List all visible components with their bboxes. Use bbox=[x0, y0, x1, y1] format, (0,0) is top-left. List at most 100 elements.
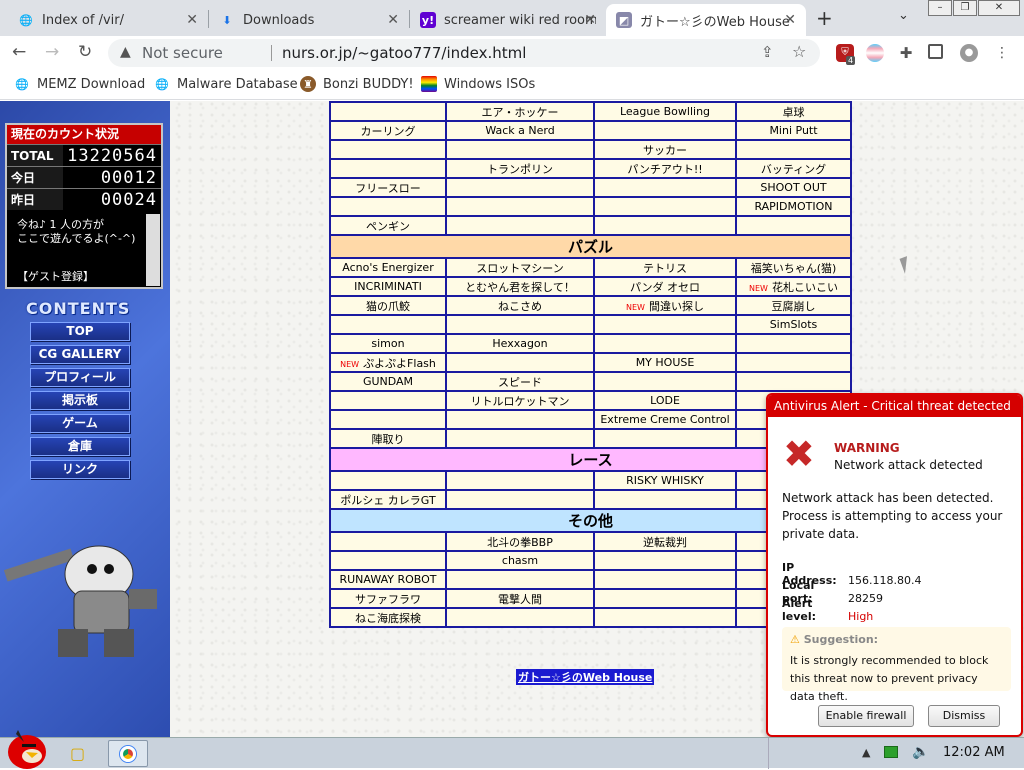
game-cell[interactable]: 逆転裁判 bbox=[593, 531, 737, 552]
forward-icon[interactable]: → bbox=[45, 42, 59, 62]
bookmark-memz[interactable]: 🌐 MEMZ Download bbox=[14, 76, 145, 92]
game-cell[interactable]: SimSlots bbox=[735, 314, 852, 335]
game-cell[interactable]: スロットマシーン bbox=[445, 257, 595, 278]
game-cell[interactable]: Extreme Creme Control bbox=[593, 409, 737, 430]
game-cell[interactable]: ねこさめ bbox=[445, 295, 595, 316]
footer-home-link[interactable]: ガトー☆彡のWeb House bbox=[516, 669, 655, 685]
nav-game-button[interactable]: ゲーム bbox=[30, 414, 130, 433]
nav-storage-button[interactable]: 倉庫 bbox=[30, 437, 130, 456]
game-cell[interactable]: INCRIMINATI bbox=[329, 276, 447, 297]
game-cell[interactable]: Acno's Energizer bbox=[329, 257, 447, 278]
game-cell[interactable]: スピード bbox=[445, 371, 595, 392]
restore-button[interactable]: ❐ bbox=[953, 0, 977, 16]
clock[interactable]: 12:02 AM bbox=[943, 745, 1005, 760]
warning-icon[interactable]: ▲ bbox=[120, 44, 131, 60]
game-cell[interactable]: リトルロケットマン bbox=[445, 390, 595, 411]
game-cell[interactable]: エア・ホッケー bbox=[445, 101, 595, 122]
game-cell[interactable]: サッカー bbox=[593, 139, 737, 160]
game-cell[interactable]: SHOOT OUT bbox=[735, 177, 852, 198]
nav-profile-button[interactable]: プロフィール bbox=[30, 368, 130, 387]
game-cell[interactable]: ペンギン bbox=[329, 215, 447, 236]
game-cell[interactable]: とむやん君を探して！ bbox=[445, 276, 595, 297]
game-cell[interactable]: 陣取り bbox=[329, 428, 447, 449]
bookmark-bonzi[interactable]: ♜ Bonzi BUDDY! bbox=[300, 76, 414, 92]
game-cell[interactable]: RAPIDMOTION bbox=[735, 196, 852, 217]
game-title: 逆転裁判 bbox=[643, 535, 687, 549]
game-cell[interactable]: テトリス bbox=[593, 257, 737, 278]
game-cell[interactable]: 北斗の拳BBP bbox=[445, 531, 595, 552]
game-cell[interactable]: chasm bbox=[445, 550, 595, 571]
minimize-button[interactable]: – bbox=[928, 0, 952, 16]
game-cell[interactable]: MY HOUSE bbox=[593, 352, 737, 373]
game-cell[interactable]: 電撃人間 bbox=[445, 588, 595, 609]
game-cell[interactable]: Mini Putt bbox=[735, 120, 852, 141]
network-icon[interactable] bbox=[884, 746, 898, 758]
dismiss-button[interactable]: Dismiss bbox=[928, 705, 1000, 727]
game-cell[interactable]: 福笑いちゃん(猫) bbox=[735, 257, 852, 278]
nav-link-button[interactable]: リンク bbox=[30, 460, 130, 479]
game-cell[interactable]: 豆腐崩し bbox=[735, 295, 852, 316]
game-cell[interactable]: 卓球 bbox=[735, 101, 852, 122]
game-cell[interactable]: バッティング bbox=[735, 158, 852, 179]
game-cell[interactable]: NEW 間違い探し bbox=[593, 295, 737, 316]
game-cell[interactable]: NEW ぷよぷよFlash bbox=[329, 352, 447, 373]
game-cell[interactable]: Hexxagon bbox=[445, 333, 595, 354]
back-icon[interactable]: ← bbox=[12, 42, 26, 62]
close-icon[interactable]: ✕ bbox=[584, 12, 596, 28]
game-cell[interactable]: GUNDAM bbox=[329, 371, 447, 392]
start-button-angry-bird-icon[interactable] bbox=[4, 726, 50, 770]
tab-index-vir[interactable]: 🌐 Index of /vir/ ✕ bbox=[8, 4, 208, 36]
enable-firewall-button[interactable]: Enable firewall bbox=[818, 705, 914, 727]
share-icon[interactable]: ⇪ bbox=[761, 43, 774, 61]
guest-register-link[interactable]: 【ゲスト登録】 bbox=[17, 270, 94, 284]
game-cell[interactable]: トランポリン bbox=[445, 158, 595, 179]
close-icon[interactable]: ✕ bbox=[186, 12, 198, 28]
volume-icon[interactable]: 🔈 bbox=[912, 744, 929, 760]
flag-extension-icon[interactable] bbox=[866, 44, 884, 62]
address-bar[interactable]: ▲ Not secure nurs.or.jp/~gatoo777/index.… bbox=[108, 39, 820, 67]
nav-cg-gallery-button[interactable]: CG GALLERY bbox=[30, 345, 130, 364]
close-icon[interactable]: ✕ bbox=[387, 12, 399, 28]
game-cell[interactable]: simon bbox=[329, 333, 447, 354]
new-badge-icon: NEW bbox=[749, 283, 768, 293]
game-cell[interactable]: Wack a Nerd bbox=[445, 120, 595, 141]
message-scrollbar[interactable] bbox=[146, 214, 160, 286]
sidebar-icon[interactable] bbox=[928, 44, 943, 59]
url-text[interactable]: nurs.or.jp/~gatoo777/index.html bbox=[282, 44, 526, 62]
reload-icon[interactable]: ↻ bbox=[78, 42, 92, 62]
tab-downloads[interactable]: ⬇ Downloads ✕ bbox=[209, 4, 409, 36]
game-cell[interactable]: パンチアウト!! bbox=[593, 158, 737, 179]
profile-icon[interactable]: ● bbox=[960, 44, 978, 62]
tray-expand-icon[interactable]: ▲ bbox=[862, 746, 870, 759]
star-icon[interactable]: ☆ bbox=[792, 42, 806, 61]
new-tab-icon[interactable]: + bbox=[816, 6, 833, 30]
bookmark-malware-db[interactable]: 🌐 Malware Database bbox=[154, 76, 297, 92]
red-x-icon: ✖ bbox=[783, 432, 815, 476]
game-cell[interactable]: NEW 花札こいこい bbox=[735, 276, 852, 297]
puzzle-icon[interactable]: ✚ bbox=[897, 44, 915, 62]
game-cell[interactable]: RISKY WHISKY bbox=[593, 470, 737, 491]
game-cell[interactable]: ポルシェ カレラGT bbox=[329, 489, 447, 510]
game-cell[interactable]: ねこ海底探検 bbox=[329, 607, 447, 628]
game-cell[interactable]: サファフラワ bbox=[329, 588, 447, 609]
game-cell[interactable]: 猫の爪鮫 bbox=[329, 295, 447, 316]
close-window-button[interactable]: ✕ bbox=[978, 0, 1020, 16]
close-icon[interactable]: ✕ bbox=[784, 12, 796, 28]
explorer-folder-icon[interactable]: ▢ bbox=[70, 744, 85, 763]
tab-web-house[interactable]: ◩ ガトー☆彡のWeb House ✕ bbox=[606, 4, 806, 36]
tab-screamer-wiki[interactable]: y! screamer wiki red room ✕ bbox=[410, 4, 606, 36]
chrome-taskbar-button[interactable] bbox=[108, 740, 148, 767]
game-cell[interactable]: カーリング bbox=[329, 120, 447, 141]
game-cell[interactable]: フリースロー bbox=[329, 177, 447, 198]
menu-icon[interactable]: ⋮ bbox=[993, 44, 1011, 62]
game-cell bbox=[445, 177, 595, 198]
not-secure-label[interactable]: Not secure bbox=[142, 44, 223, 62]
chevron-down-icon[interactable]: ⌄ bbox=[898, 8, 909, 23]
game-cell[interactable]: League Bowlling bbox=[593, 101, 737, 122]
nav-top-button[interactable]: TOP bbox=[30, 322, 130, 341]
nav-bbs-button[interactable]: 掲示板 bbox=[30, 391, 130, 410]
game-cell[interactable]: パンダ オセロ bbox=[593, 276, 737, 297]
game-cell[interactable]: RUNAWAY ROBOT bbox=[329, 569, 447, 590]
game-cell[interactable]: LODE bbox=[593, 390, 737, 411]
bookmark-windows-isos[interactable]: Windows ISOs bbox=[421, 76, 535, 92]
